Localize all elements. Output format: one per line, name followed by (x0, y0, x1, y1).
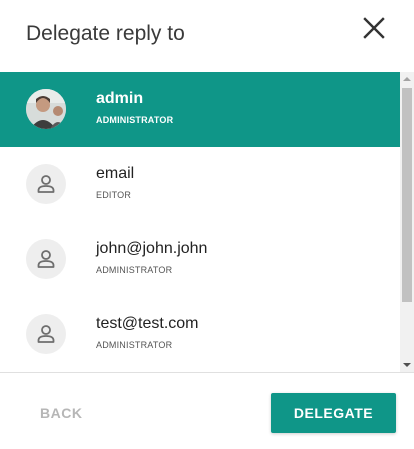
scroll-up-arrow-icon[interactable] (400, 72, 414, 86)
person-icon (26, 239, 66, 279)
user-list: admin ADMINISTRATOR email EDITOR john@jo… (0, 72, 400, 372)
back-button[interactable]: BACK (26, 393, 96, 433)
user-item-john[interactable]: john@john.john ADMINISTRATOR (0, 222, 400, 297)
dialog-footer: BACK DELEGATE (0, 373, 414, 449)
dialog-header: Delegate reply to (0, 0, 414, 72)
person-icon (26, 314, 66, 354)
person-icon (26, 164, 66, 204)
dialog-title: Delegate reply to (26, 22, 185, 45)
user-name: john@john.john (96, 240, 208, 257)
delegate-button[interactable]: DELEGATE (271, 393, 396, 433)
user-name: admin (96, 90, 144, 107)
delegate-dialog: Delegate reply to admin ADMINISTRATOR em… (0, 0, 414, 449)
avatar-photo (26, 89, 66, 129)
close-icon[interactable] (360, 14, 388, 42)
user-role: EDITOR (96, 190, 132, 200)
user-role: ADMINISTRATOR (96, 115, 174, 125)
user-role: ADMINISTRATOR (96, 265, 173, 275)
scrollbar-thumb[interactable] (402, 88, 412, 302)
user-name: test@test.com (96, 315, 199, 332)
scroll-down-arrow-icon[interactable] (400, 358, 414, 372)
list-scrollbar[interactable] (400, 72, 414, 372)
user-list-container: admin ADMINISTRATOR email EDITOR john@jo… (0, 72, 414, 372)
user-item-email[interactable]: email EDITOR (0, 147, 400, 222)
user-role: ADMINISTRATOR (96, 340, 173, 350)
user-name: email (96, 165, 135, 182)
user-item-admin[interactable]: admin ADMINISTRATOR (0, 72, 400, 147)
user-item-test[interactable]: test@test.com ADMINISTRATOR (0, 297, 400, 372)
